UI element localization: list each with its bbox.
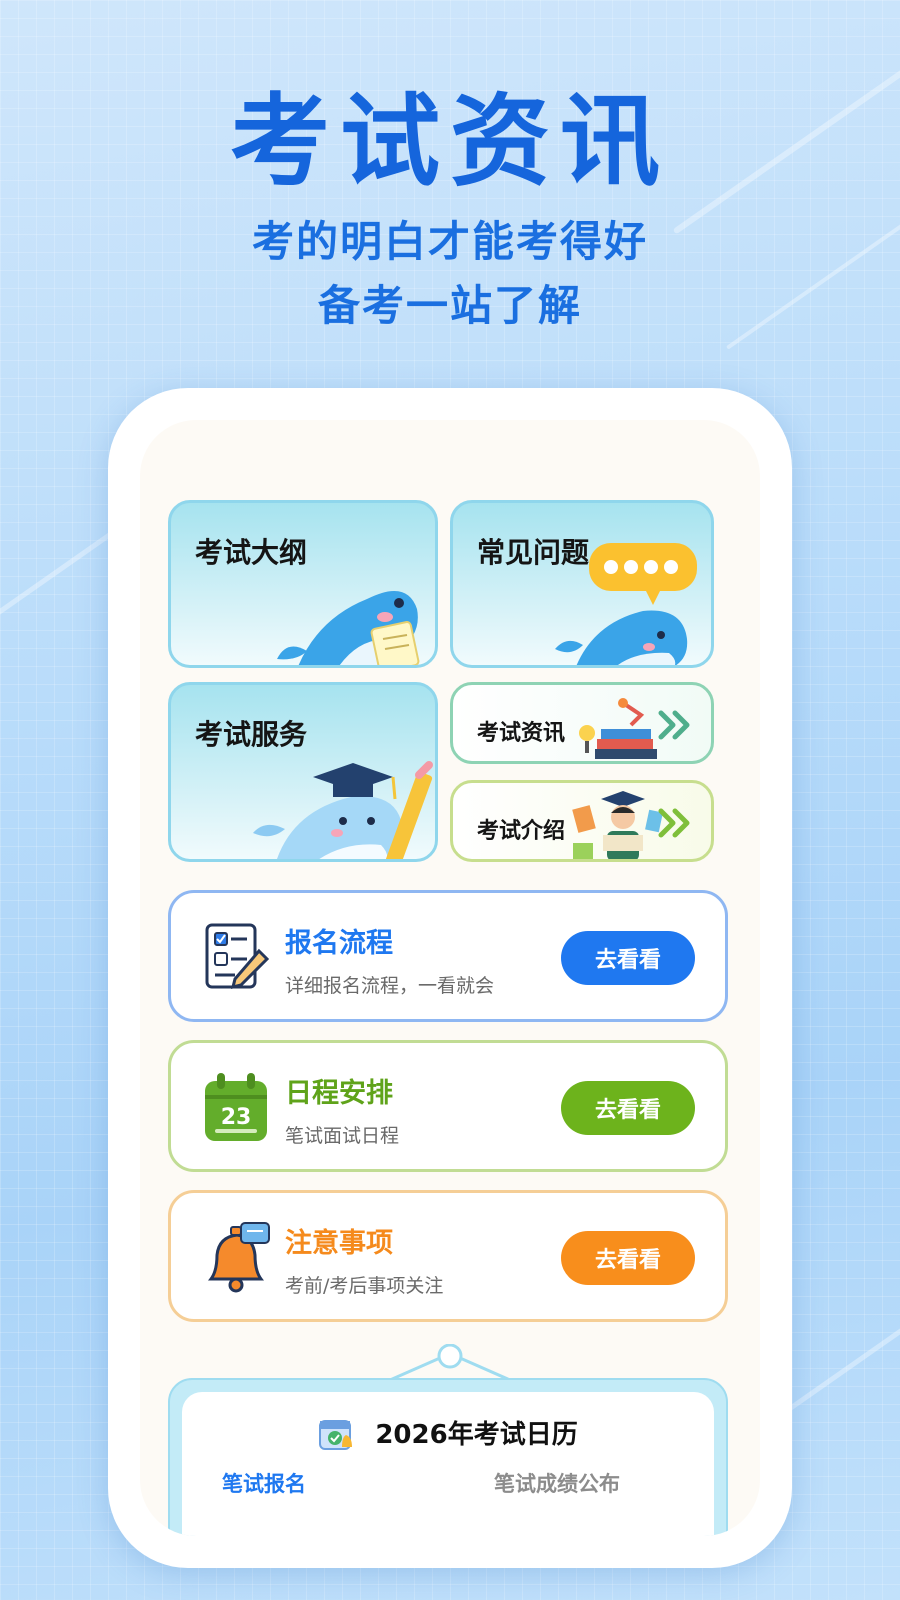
row-schedule[interactable]: 23 日程安排 笔试面试日程 去看看 — [168, 1040, 728, 1172]
schedule-go-button[interactable]: 去看看 — [561, 1081, 695, 1135]
tab-written-registration[interactable]: 笔试报名 — [222, 1468, 306, 1498]
calendar-check-icon — [319, 1419, 353, 1450]
exam-calendar-panel: 2026年考试日历 笔试报名 笔试成绩公布 — [182, 1392, 714, 1536]
whale-chat-bubble-icon — [555, 543, 697, 665]
whale-graduate-icon — [253, 761, 433, 859]
row-registration-title: 报名流程 — [285, 928, 393, 959]
card-exam-intro-title: 考试介绍 — [477, 819, 566, 844]
exam-calendar: 2026年考试日历 笔试报名 笔试成绩公布 — [168, 1378, 728, 1536]
row-schedule-desc: 笔试面试日程 — [285, 1125, 400, 1147]
whale-reading-icon — [277, 591, 420, 665]
notices-go-button[interactable]: 去看看 — [561, 1231, 695, 1285]
books-desk-icon — [579, 698, 657, 759]
calendar-icon: 23 — [205, 1073, 267, 1141]
registration-go-button[interactable]: 去看看 — [561, 931, 695, 985]
row-schedule-title: 日程安排 — [285, 1078, 393, 1109]
bell-icon — [208, 1222, 270, 1293]
double-chevron-right-icon — [658, 808, 690, 838]
row-notices-title: 注意事项 — [285, 1228, 393, 1259]
card-faq[interactable]: 常见问题 — [450, 500, 714, 668]
row-registration-process[interactable]: 报名流程 详细报名流程，一看就会 去看看 — [168, 890, 728, 1022]
page-subtitle-line2: 备考一站了解 — [317, 281, 582, 330]
phone-frame: 考试大纲 常见问题 考试服务 考试资讯 考试介绍 报名流程 详细报名流程，一看就… — [108, 388, 792, 1568]
exam-calendar-title: 2026年考试日历 — [375, 1420, 578, 1450]
card-exam-outline[interactable]: 考试大纲 — [168, 500, 438, 668]
form-checklist-icon — [205, 923, 270, 990]
app-screen: 考试大纲 常见问题 考试服务 考试资讯 考试介绍 报名流程 详细报名流程，一看就… — [140, 420, 760, 1536]
card-exam-news[interactable]: 考试资讯 — [450, 682, 714, 764]
row-notices[interactable]: 注意事项 考前/考后事项关注 去看看 — [168, 1190, 728, 1322]
page-title: 考试资讯 — [230, 83, 670, 200]
row-registration-desc: 详细报名流程，一看就会 — [285, 975, 495, 997]
tab-written-results[interactable]: 笔试成绩公布 — [494, 1468, 620, 1498]
page-subtitle-line1: 考的明白才能考得好 — [251, 217, 648, 266]
student-reading-icon — [572, 791, 663, 859]
card-exam-news-title: 考试资讯 — [477, 721, 566, 746]
calendar-day-number: 23 — [221, 1105, 252, 1130]
double-chevron-right-icon — [658, 710, 690, 740]
exam-calendar-header: 2026年考试日历 — [182, 1414, 714, 1451]
card-exam-service[interactable]: 考试服务 — [168, 682, 438, 862]
card-exam-intro[interactable]: 考试介绍 — [450, 780, 714, 862]
row-notices-desc: 考前/考后事项关注 — [285, 1275, 444, 1297]
